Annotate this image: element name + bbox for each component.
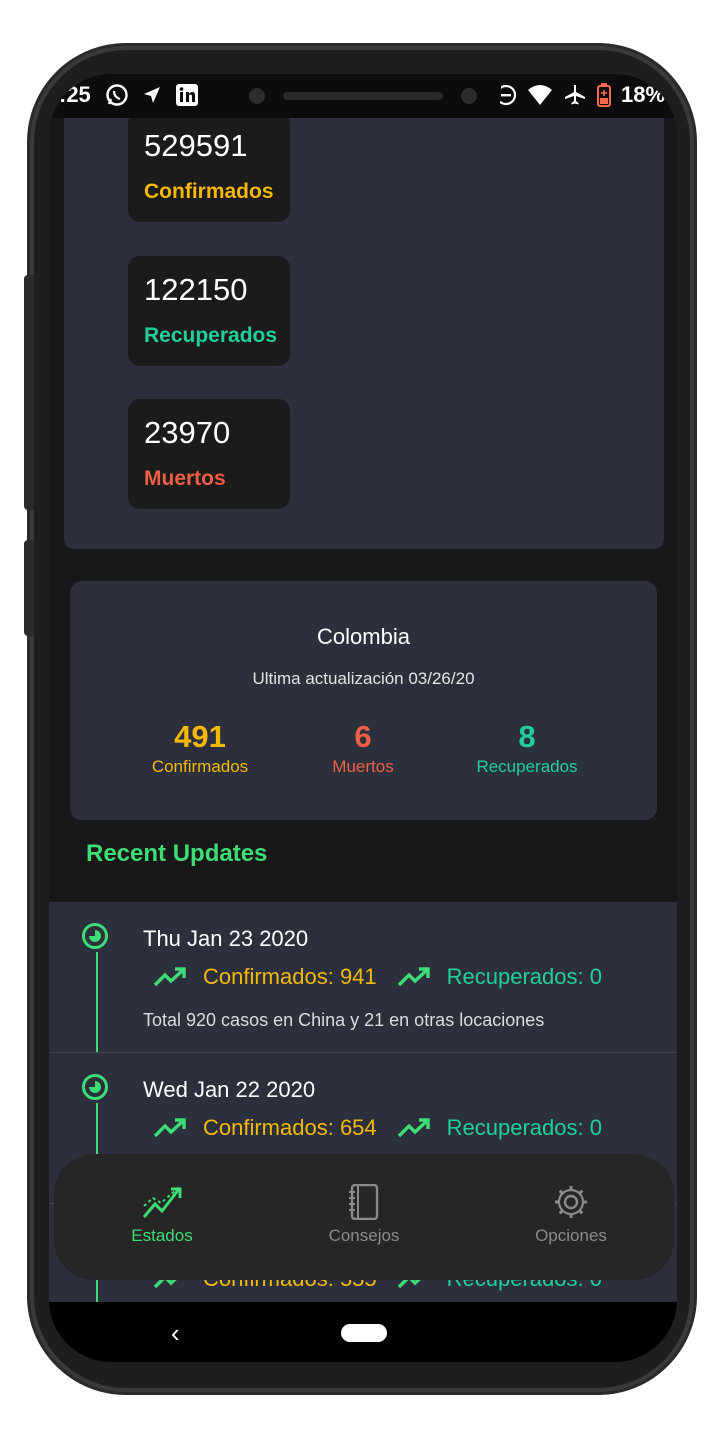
speaker-grille xyxy=(283,92,443,100)
recent-updates-title: Recent Updates xyxy=(86,840,268,867)
update-confirmed: Confirmados: 941 xyxy=(203,964,377,989)
screen: :25 18% 529591 Confirmados 122150 Recupe… xyxy=(49,74,677,1362)
volume-button xyxy=(24,275,34,510)
trend-chart-icon xyxy=(142,1186,182,1218)
update-recovered: Recuperados: 0 xyxy=(446,1115,602,1140)
update-description: Total 920 casos en China y 21 en otras l… xyxy=(143,1010,545,1030)
trending-up-icon xyxy=(397,967,430,987)
nav-label: Opciones xyxy=(535,1226,607,1245)
gear-icon xyxy=(555,1186,587,1218)
update-confirmed: Confirmados: 654 xyxy=(203,1115,377,1140)
update-item[interactable]: Thu Jan 23 2020 Confirmados: 941 Recuper… xyxy=(49,902,677,1053)
country-stat-value: 6 xyxy=(354,719,372,754)
update-date: Wed Jan 22 2020 xyxy=(143,1077,316,1102)
nav-label: Estados xyxy=(131,1226,193,1245)
stat-confirmed[interactable]: 529591 Confirmados xyxy=(128,112,290,222)
country-stat-label: Confirmados xyxy=(151,757,249,776)
bottom-navigation: Estados Consejos Opciones xyxy=(54,1154,674,1280)
country-stat-deaths: 6 Muertos xyxy=(278,719,448,777)
country-stat-recovered: 8 Recuperados xyxy=(442,719,612,777)
timeline-clock-icon xyxy=(82,1074,108,1100)
stat-recovered[interactable]: 122150 Recuperados xyxy=(128,256,290,366)
stat-label: Muertos xyxy=(144,467,226,490)
trending-up-icon xyxy=(153,967,186,987)
linkedin-icon xyxy=(175,83,199,107)
nav-consejos[interactable]: Consejos xyxy=(284,1184,444,1246)
update-recovered: Recuperados: 0 xyxy=(446,964,602,989)
stat-deaths[interactable]: 23970 Muertos xyxy=(128,399,290,509)
stat-value: 122150 xyxy=(144,272,248,307)
notebook-icon xyxy=(349,1184,379,1220)
country-stat-confirmed: 491 Confirmados xyxy=(115,719,285,777)
last-updated: Ultima actualización 03/26/20 xyxy=(252,669,475,688)
trending-up-icon xyxy=(153,1118,186,1138)
sensor-dot xyxy=(461,88,477,104)
camera-notch xyxy=(225,74,501,118)
timeline-line xyxy=(96,952,98,1052)
timeline-clock-icon xyxy=(82,923,108,949)
country-stat-label: Recuperados xyxy=(476,757,578,776)
stat-label: Recuperados xyxy=(144,324,278,347)
country-stat-value: 8 xyxy=(518,719,536,754)
stat-label: Confirmados xyxy=(144,180,274,203)
clock: :25 xyxy=(59,82,91,107)
stat-value: 23970 xyxy=(144,415,231,450)
country-name: Colombia xyxy=(317,624,410,649)
battery-level: 18% xyxy=(620,82,665,107)
nav-label: Consejos xyxy=(328,1226,400,1245)
nav-estados[interactable]: Estados xyxy=(82,1184,242,1246)
wifi-icon xyxy=(527,84,553,106)
updates-list: Thu Jan 23 2020 Confirmados: 941 Recuper… xyxy=(49,902,677,1362)
back-icon[interactable]: ‹ xyxy=(171,1318,180,1349)
nav-opciones[interactable]: Opciones xyxy=(491,1184,651,1246)
global-stats-card: 529591 Confirmados 122150 Recuperados 23… xyxy=(64,74,664,549)
update-date: Thu Jan 23 2020 xyxy=(143,926,309,951)
camera-dot xyxy=(249,88,265,104)
navigation-icon xyxy=(143,86,161,104)
home-button[interactable] xyxy=(341,1324,387,1342)
system-navigation-bar: ‹ xyxy=(49,1302,677,1362)
country-stat-value: 491 xyxy=(174,719,226,754)
trending-up-icon xyxy=(397,1118,430,1138)
power-button xyxy=(24,540,34,636)
airplane-icon xyxy=(563,83,587,107)
stat-value: 529591 xyxy=(144,128,248,163)
whatsapp-icon xyxy=(105,83,129,107)
battery-icon xyxy=(596,83,611,107)
country-card[interactable]: Colombia Ultima actualización 03/26/20 4… xyxy=(70,581,657,820)
country-stat-label: Muertos xyxy=(332,757,394,776)
